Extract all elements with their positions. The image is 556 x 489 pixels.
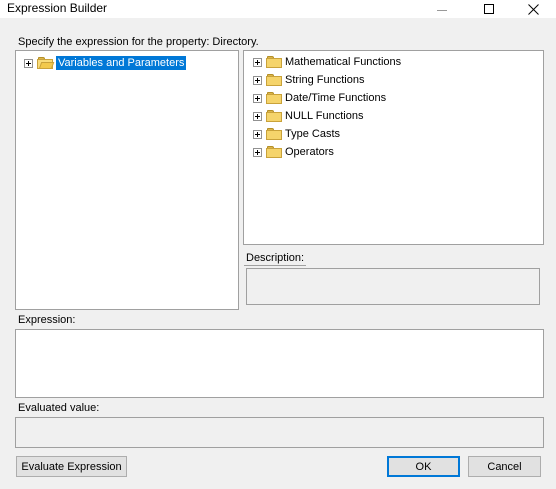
tree-item-label: NULL Functions — [285, 110, 364, 122]
expression-label: Expression: — [18, 314, 76, 326]
folder-open-icon — [37, 57, 55, 69]
evaluate-expression-button[interactable]: Evaluate Expression — [16, 456, 127, 477]
folder-icon — [266, 74, 282, 86]
tree-item-label: Mathematical Functions — [285, 56, 402, 68]
maximize-icon — [484, 4, 494, 14]
minimize-icon — [437, 9, 447, 11]
tree-item-label: Type Casts — [285, 128, 341, 140]
tree-item-null-functions[interactable]: NULL Functions — [253, 108, 363, 124]
folder-icon — [266, 92, 282, 104]
folder-icon — [266, 110, 282, 122]
folder-icon — [266, 56, 282, 68]
maximize-button[interactable] — [466, 0, 512, 18]
description-box — [246, 268, 540, 305]
evaluated-value-label: Evaluated value: — [18, 402, 100, 414]
expand-icon[interactable] — [253, 147, 262, 157]
folder-icon — [266, 146, 282, 158]
expand-icon[interactable] — [253, 75, 262, 85]
expand-icon[interactable] — [253, 111, 262, 121]
tree-item-variables-parameters[interactable]: Variables and Parameters — [24, 55, 187, 71]
close-icon — [527, 3, 539, 15]
property-prompt: Specify the expression for the property:… — [18, 36, 259, 48]
tree-item-operators[interactable]: Operators — [253, 144, 334, 160]
folder-icon — [266, 128, 282, 140]
expand-icon[interactable] — [253, 93, 262, 103]
tree-item-mathematical-functions[interactable]: Mathematical Functions — [253, 54, 401, 70]
window-title: Expression Builder — [7, 1, 108, 15]
tree-item-datetime-functions[interactable]: Date/Time Functions — [253, 90, 386, 106]
tree-item-label: Variables and Parameters — [56, 56, 187, 70]
tree-item-type-casts[interactable]: Type Casts — [253, 126, 340, 142]
tree-item-string-functions[interactable]: String Functions — [253, 72, 364, 88]
expand-icon[interactable] — [24, 58, 33, 68]
functions-tree[interactable]: Mathematical Functions String Functions … — [243, 50, 544, 245]
tree-item-label: Operators — [285, 146, 334, 158]
close-button[interactable] — [510, 0, 556, 18]
cancel-button[interactable]: Cancel — [468, 456, 541, 477]
tree-item-label: Date/Time Functions — [285, 92, 387, 104]
minimize-button[interactable] — [419, 0, 465, 18]
variables-tree[interactable]: Variables and Parameters — [15, 50, 239, 310]
title-bar: Expression Builder — [0, 0, 556, 18]
tree-item-label: String Functions — [285, 74, 365, 86]
expand-icon[interactable] — [253, 57, 262, 67]
description-label: Description: — [244, 252, 307, 266]
expand-icon[interactable] — [253, 129, 262, 139]
ok-button[interactable]: OK — [387, 456, 460, 477]
expression-input[interactable] — [15, 329, 544, 398]
evaluated-value-box — [15, 417, 544, 448]
